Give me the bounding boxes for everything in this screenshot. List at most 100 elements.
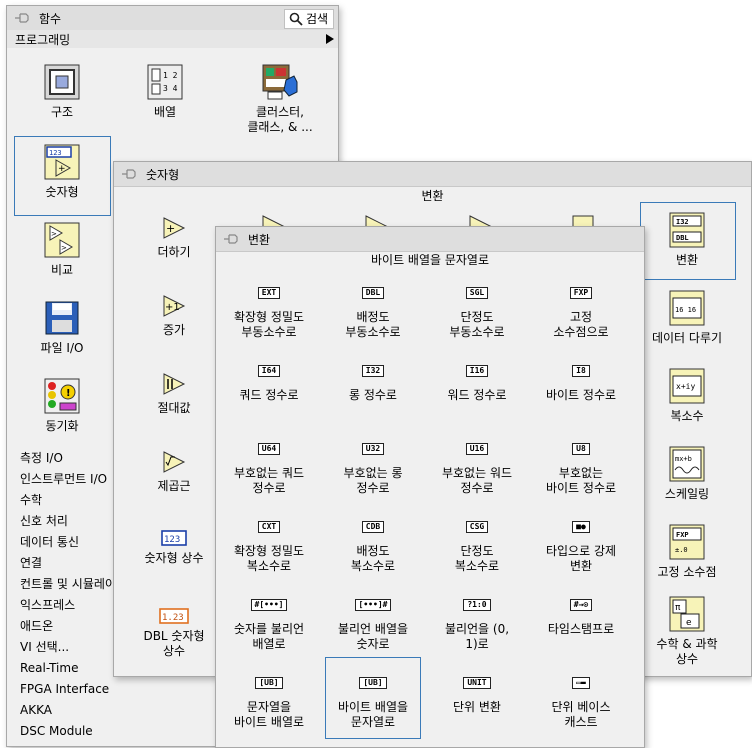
conversion-item-label: 확장형 정밀도 복소수로 (233, 544, 305, 573)
conversion-item[interactable]: ▭▬ 단위 베이스 캐스트 (531, 675, 631, 730)
conversion-tag-icon: U8 (572, 442, 590, 455)
conversion-item-label: 단위 변환 (453, 700, 501, 714)
pin-icon[interactable] (223, 232, 239, 246)
conversion-item-label: 부호없는 롱 정수로 (343, 466, 403, 495)
conversion-tag-icon: #→⊙ (569, 598, 593, 611)
conversion-item[interactable]: CSG 단정도 복소수로 (427, 519, 527, 574)
conversion-item[interactable]: [UB] 문자열을 바이트 배열로 (219, 675, 319, 730)
category-item[interactable]: 컨트롤 및 시뮬레이션 (7, 574, 127, 595)
conversion-item[interactable]: ?1:0 불리언을 (0, 1)로 (427, 597, 527, 652)
conversion-tag-icon: FXP (569, 286, 593, 299)
palette-item-file-io[interactable]: 파일 I/O (27, 300, 97, 356)
conversion-item[interactable]: UNIT 단위 변환 (427, 675, 527, 715)
palette-item-comparison[interactable]: > > 비교 (27, 222, 97, 278)
conversion-tag-icon: [UB] (255, 676, 283, 689)
category-item[interactable]: 애드온 (7, 616, 127, 637)
pin-icon[interactable] (121, 167, 137, 181)
palette-item-add[interactable]: + 더하기 (124, 216, 224, 260)
conversion-tag-icon: I16 (465, 364, 489, 377)
conversion-item[interactable]: EXT 확장형 정밀도 부동소수로 (219, 285, 319, 340)
conversion-item[interactable]: SGL 단정도 부동소수로 (427, 285, 527, 340)
palette-item-square-root[interactable]: 제곱근 (124, 450, 224, 494)
conversion-item[interactable]: [UB] 바이트 배열을 문자열로 (323, 675, 423, 730)
category-item[interactable]: AKKA (7, 700, 127, 721)
conversion-item[interactable]: #[•••] 숫자를 불리언 배열로 (219, 597, 319, 652)
category-item[interactable]: 연결 (7, 553, 127, 574)
palette-item-structures[interactable]: 구조 (27, 64, 97, 120)
conversion-item[interactable]: FXP 고정 소수점으로 (531, 285, 631, 340)
search-button[interactable]: 검색 (284, 9, 334, 29)
palette-item-dbl-constant[interactable]: 1.23 DBL 숫자형 상수 (124, 608, 224, 659)
conversion-item-label: 단정도 복소수로 (454, 544, 500, 573)
palette-item-math-constants[interactable]: πe 수학 & 과학 상수 (637, 596, 737, 667)
palette-item-absolute[interactable]: 절대값 (124, 372, 224, 416)
category-item[interactable]: 데이터 통신 (7, 532, 127, 553)
conversion-item[interactable]: I32 롱 정수로 (323, 363, 423, 403)
conversion-item-label: 배정도 복소수로 (350, 544, 396, 573)
conversion-item[interactable]: I64 쿼드 정수로 (219, 363, 319, 403)
palette-item-synchronization[interactable]: ! 동기화 (27, 378, 97, 434)
palette-item-numeric[interactable]: 123 + 숫자형 (27, 144, 97, 200)
conversion-item[interactable]: #→⊙ 타임스탬프로 (531, 597, 631, 637)
conversion-tag-icon: I32 (361, 364, 385, 377)
conversion-item[interactable]: U64 부호없는 쿼드 정수로 (219, 441, 319, 496)
category-item[interactable]: 수학 (7, 490, 127, 511)
conversion-tag-icon: CXT (257, 520, 281, 533)
pin-icon[interactable] (14, 11, 30, 25)
triangle-right-icon (326, 34, 334, 44)
conversion-item[interactable]: CXT 확장형 정밀도 복소수로 (219, 519, 319, 574)
array-icon: 1 23 4 (147, 64, 183, 100)
category-item[interactable]: DSC Module (7, 721, 127, 742)
palette-item-cluster[interactable]: 클러스터, 클래스, & ... (235, 64, 325, 135)
svg-text:123: 123 (164, 535, 180, 545)
conversion-item-label: 배정도 부동소수로 (345, 310, 401, 339)
svg-text:+1: +1 (165, 302, 180, 313)
section-header-programming[interactable]: 프로그래밍 (7, 30, 338, 48)
conversion-tag-icon: ?1:0 (463, 598, 491, 611)
palette-subtitle: 바이트 배열을 문자열로 (370, 253, 490, 267)
svg-text:e: e (686, 618, 692, 628)
palette-item-fixed-point[interactable]: FXP ±.0 고정 소수점 (637, 524, 737, 580)
palette-item-increment[interactable]: +1 증가 (124, 294, 224, 338)
conversion-tag-icon: U32 (361, 442, 385, 455)
conversion-item[interactable]: ■● 타입으로 강제 변환 (531, 519, 631, 574)
category-item[interactable]: VI 선택... (7, 637, 127, 658)
category-item[interactable]: FPGA Interface (7, 679, 127, 700)
conversion-item[interactable]: [•••]# 불리언 배열을 숫자로 (323, 597, 423, 652)
category-item[interactable]: 인스트루먼트 I/O (7, 469, 127, 490)
structures-icon (44, 64, 80, 100)
conversion-tag-icon: UNIT (463, 676, 491, 689)
conversion-tag-icon: U64 (257, 442, 281, 455)
palette-item-array[interactable]: 1 23 4 배열 (130, 64, 200, 120)
conversion-item[interactable]: CDB 배정도 복소수로 (323, 519, 423, 574)
conversion-item[interactable]: I8 바이트 정수로 (531, 363, 631, 403)
svg-text:FXP: FXP (676, 531, 689, 539)
conversion-item[interactable]: U16 부호없는 워드 정수로 (427, 441, 527, 496)
conversion-item-label: 바이트 정수로 (545, 388, 617, 402)
comparison-icon: >> (44, 222, 80, 258)
conversion-item[interactable]: DBL 배정도 부동소수로 (323, 285, 423, 340)
conversion-tag-icon: I64 (257, 364, 281, 377)
dbl-constant-icon: 1.23 (159, 608, 189, 624)
floppy-disk-icon (45, 301, 79, 335)
conversion-item[interactable]: U8 부호없는 바이트 정수로 (531, 441, 631, 496)
category-item[interactable]: 신호 처리 (7, 511, 127, 532)
palette-item-data-manipulation[interactable]: 16 16 데이터 다루기 (637, 290, 737, 346)
conversion-item-label: 문자열을 바이트 배열로 (233, 700, 305, 729)
conversion-item[interactable]: I16 워드 정수로 (427, 363, 527, 403)
conversion-item-label: 쿼드 정수로 (239, 388, 299, 402)
scaling-icon: mx+b (669, 446, 705, 482)
conversion-tag-icon: CDB (361, 520, 385, 533)
palette-item-scaling[interactable]: mx+b 스케일링 (637, 446, 737, 502)
palette-item-complex[interactable]: x+iy 복소수 (637, 368, 737, 424)
palette-title: 함수 (39, 12, 62, 26)
conversion-item-label: 타임스탬프로 (547, 622, 615, 636)
palette-item-numeric-constant[interactable]: 123 숫자형 상수 (124, 530, 224, 566)
category-item[interactable]: 측정 I/O (7, 448, 127, 469)
category-item[interactable]: Real-Time (7, 658, 127, 679)
palette-item-conversion[interactable]: I32 DBL 변환 (637, 212, 737, 268)
absolute-value-icon (163, 373, 186, 395)
conversion-item[interactable]: U32 부호없는 롱 정수로 (323, 441, 423, 496)
numeric-titlebar: 숫자형 (114, 162, 751, 187)
category-item[interactable]: 익스프레스 (7, 595, 127, 616)
